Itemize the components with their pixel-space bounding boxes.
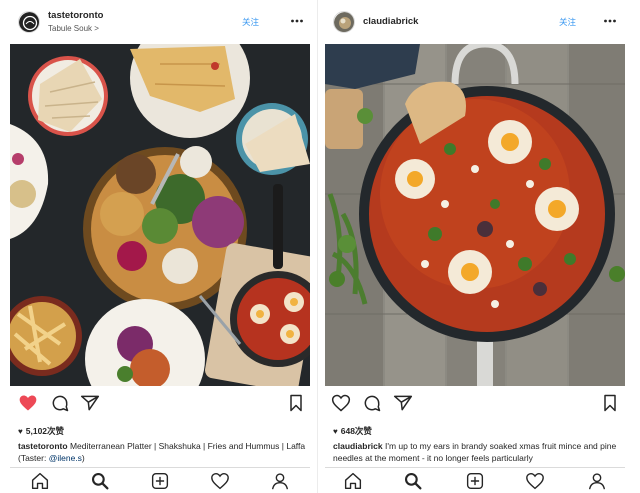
search-icon[interactable] (90, 472, 110, 490)
post-photo[interactable] (325, 44, 625, 386)
action-bar (10, 390, 310, 416)
chevron-right-icon: > (94, 24, 99, 33)
likes-text: 5,102次赞 (25, 426, 65, 436)
follow-button[interactable]: 关注 (242, 16, 259, 28)
location-link[interactable]: Tabule Souk > (48, 24, 99, 33)
home-icon[interactable] (343, 472, 363, 490)
bookmark-icon[interactable] (286, 393, 306, 413)
app-stage: tastetoronto Tabule Souk > 关注 ♥ 5,102次赞 … (0, 0, 640, 493)
home-icon[interactable] (30, 472, 50, 490)
likes-heart-icon: ♥ (333, 427, 338, 436)
likes-count[interactable]: ♥ 5,102次赞 (18, 425, 64, 437)
profile-icon[interactable] (587, 472, 607, 490)
likes-text: 648次赞 (340, 426, 372, 436)
profile-icon[interactable] (270, 472, 290, 490)
username[interactable]: tastetoronto (48, 10, 103, 21)
avatar[interactable] (18, 11, 40, 33)
likes-count[interactable]: ♥ 648次赞 (333, 425, 372, 437)
post-caption: tastetoronto Mediterranean Platter | Sha… (18, 440, 306, 464)
comment-icon[interactable] (362, 393, 382, 413)
post-header: tastetoronto Tabule Souk > 关注 (10, 0, 310, 44)
activity-heart-icon[interactable] (210, 472, 230, 490)
panel-divider (317, 0, 318, 493)
comment-icon[interactable] (50, 393, 70, 413)
caption-username[interactable]: tastetoronto (18, 441, 68, 451)
avatar[interactable] (333, 11, 355, 33)
caption-mention[interactable]: @ilene.s (49, 453, 82, 463)
add-post-icon[interactable] (150, 472, 170, 490)
follow-button[interactable]: 关注 (559, 16, 576, 28)
post-photo[interactable] (10, 44, 310, 386)
activity-heart-icon[interactable] (525, 472, 545, 490)
post-header: claudiabrick 关注 (325, 0, 625, 44)
like-heart-icon[interactable] (18, 393, 38, 413)
search-icon[interactable] (403, 472, 423, 490)
location-label: Tabule Souk (48, 24, 93, 33)
caption-username[interactable]: claudiabrick (333, 441, 383, 451)
feed-post-tastetoronto: tastetoronto Tabule Souk > 关注 ♥ 5,102次赞 … (10, 0, 310, 493)
username[interactable]: claudiabrick (363, 16, 418, 27)
feed-post-claudiabrick: claudiabrick 关注 ♥ 648次赞 claudiabrick I'm… (325, 0, 625, 493)
caption-end: ) (81, 453, 85, 463)
add-post-icon[interactable] (465, 472, 485, 490)
share-icon[interactable] (393, 393, 413, 413)
share-icon[interactable] (80, 393, 100, 413)
bottom-tab-bar (10, 467, 310, 493)
more-horizontal-icon[interactable] (290, 14, 304, 26)
bottom-tab-bar (325, 467, 625, 493)
post-caption: claudiabrick I'm up to my ears in brandy… (333, 440, 621, 464)
more-horizontal-icon[interactable] (603, 14, 617, 26)
action-bar (325, 390, 625, 416)
likes-heart-icon: ♥ (18, 427, 23, 436)
bookmark-icon[interactable] (600, 393, 620, 413)
like-heart-icon[interactable] (331, 393, 351, 413)
